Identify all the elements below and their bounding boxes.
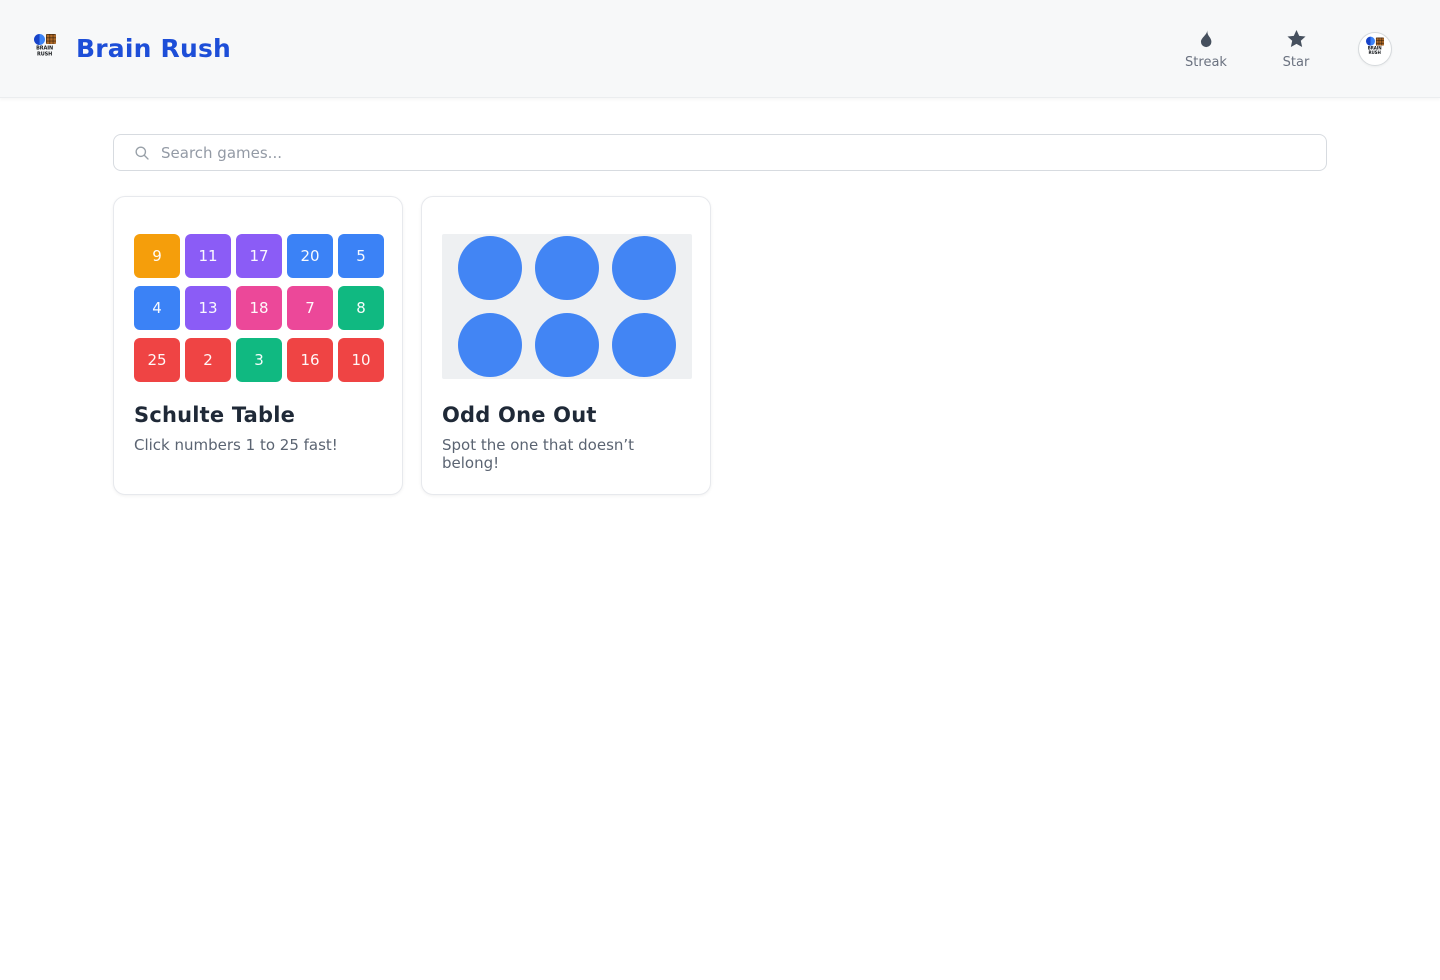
search-input[interactable] [161,143,1314,162]
odd-circle [612,313,676,377]
schulte-tile: 18 [236,286,282,330]
header-actions: Streak Star BRAIN RUSH [1178,28,1392,70]
avatar-logo-icon: BRAIN RUSH [1364,36,1385,61]
flame-icon [1200,29,1212,47]
odd-circle [535,313,599,377]
schulte-tile: 7 [287,286,333,330]
avatar-logo-wordmark: BRAIN RUSH [1368,46,1382,55]
schulte-tile: 8 [338,286,384,330]
star-button[interactable]: Star [1268,28,1324,70]
logo-grid-square [46,34,56,45]
search-bar [113,134,1327,171]
avatar-logo-brain-circle [1365,36,1375,46]
schulte-tile: 13 [185,286,231,330]
logo-art [34,33,56,45]
schulte-tile: 20 [287,234,333,278]
game-card-schulte-table[interactable]: 9 11 17 20 5 4 13 18 7 8 25 2 3 16 10 Schulte Table Cl… [113,196,403,495]
odd-circle [458,313,522,377]
brain-rush-logo-icon: BRAIN RUSH [32,33,58,63]
schulte-tile: 2 [185,338,231,382]
logo-wordmark: BRAIN RUSH [37,45,54,57]
schulte-tile: 5 [338,234,384,278]
logo-text-line2: RUSH [37,50,53,57]
odd-circle [535,236,599,300]
page-title: Brain Rush [76,34,232,63]
game-subtitle: Spot the one that doesn’t belong! [442,436,635,472]
odd-circle [458,236,522,300]
avatar-logo-grid-square [1375,36,1385,46]
games-list: 9 11 17 20 5 4 13 18 7 8 25 2 3 16 10 Schulte Table Cl… [113,196,1327,495]
star-icon [1286,29,1306,47]
star-label: Star [1282,54,1310,70]
schulte-grid: 9 11 17 20 5 4 13 18 7 8 25 2 3 16 10 [134,234,384,382]
game-title: Schulte Table [134,403,296,427]
odd-circle [612,236,676,300]
odd-grid [442,234,692,379]
profile-avatar[interactable]: BRAIN RUSH [1358,31,1392,66]
schulte-tile: 17 [236,234,282,278]
schulte-tile: 10 [338,338,384,382]
avatar-logo-text-line2: RUSH [1368,50,1382,55]
schulte-tile: 25 [134,338,180,382]
schulte-tile: 11 [185,234,231,278]
app-header: BRAIN RUSH Brain Rush Streak Star BRAIN … [0,0,1440,98]
streak-button[interactable]: Streak [1178,28,1234,70]
search-icon [135,145,149,160]
streak-label: Streak [1185,54,1227,70]
schulte-tile: 3 [236,338,282,382]
logo-brain-circle [34,33,45,45]
main-content: 91117205 4131878 25231610 Schulte Table Cl… [113,134,1327,495]
avatar-logo-art [1365,36,1385,46]
schulte-tile: 9 [134,234,180,278]
game-title: Odd One Out [442,403,597,427]
brand[interactable]: BRAIN RUSH Brain Rush [32,33,232,63]
game-card-odd-one-out[interactable]: Odd One Out Spot the one that doesn’t be… [421,196,711,495]
schulte-tile: 4 [134,286,180,330]
game-subtitle: Click numbers 1 to 25 fast! [134,436,338,454]
schulte-tile: 16 [287,338,333,382]
